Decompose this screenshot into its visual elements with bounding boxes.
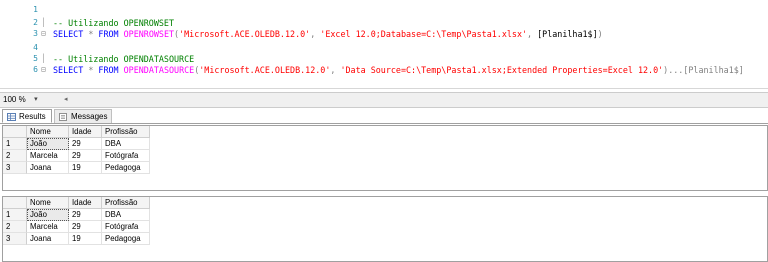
code-line[interactable]: 1: [0, 4, 768, 16]
code-token: -- Utilizando OPENDATASOURCE: [53, 54, 195, 64]
zoom-value: 100 %: [3, 95, 26, 104]
results-tab-strip: Results Messages: [0, 108, 768, 124]
code-token: )...[Planilha1$]: [663, 65, 744, 75]
grid-corner[interactable]: [3, 126, 27, 138]
editor-status-bar: 100 % ▾ ◂: [0, 92, 768, 108]
code-text: SELECT * FROM OPENDATASOURCE('Microsoft.…: [53, 64, 744, 76]
code-token: 'Microsoft.ACE.OLEDB.12.0': [199, 65, 331, 75]
row-number[interactable]: 1: [3, 209, 27, 221]
tab-results-label: Results: [19, 112, 46, 121]
scroll-left-icon[interactable]: ◂: [64, 95, 68, 103]
code-token: [Planilha1$]: [532, 29, 598, 39]
column-header[interactable]: Nome: [27, 126, 69, 138]
table-cell[interactable]: João: [27, 138, 69, 150]
code-token: ): [597, 29, 603, 39]
line-number: 1: [33, 5, 38, 14]
column-header[interactable]: Profissão: [102, 197, 150, 209]
row-number[interactable]: 3: [3, 233, 27, 245]
row-number[interactable]: 2: [3, 221, 27, 233]
column-header[interactable]: Idade: [69, 126, 102, 138]
results-grid-1[interactable]: Nome Idade Profissão 1 João 29 DBA 2 Marcela 29 Fo…: [2, 125, 768, 191]
collapse-icon[interactable]: ⊟: [41, 64, 47, 76]
zoom-dropdown[interactable]: 100 % ▾: [3, 94, 38, 106]
code-token: 'Microsoft.ACE.OLEDB.12.0': [179, 29, 311, 39]
table-cell[interactable]: 29: [69, 138, 102, 150]
table-row[interactable]: 3 Joana 19 Pedagoga: [3, 233, 767, 245]
table-cell[interactable]: João: [27, 209, 69, 221]
table-cell[interactable]: Marcela: [27, 221, 69, 233]
grid-header-row: Nome Idade Profissão: [3, 197, 767, 209]
collapse-icon[interactable]: ⊟: [41, 28, 47, 40]
code-token: SELECT: [53, 29, 84, 39]
query-editor[interactable]: 1 2 │ -- Utilizando OPENROWSET 3 ⊟ SELECT * FR…: [0, 0, 768, 89]
table-cell[interactable]: Marcela: [27, 150, 69, 162]
table-cell[interactable]: DBA: [102, 138, 150, 150]
messages-icon: [59, 113, 67, 121]
code-token: SELECT: [53, 65, 84, 75]
row-number[interactable]: 2: [3, 150, 27, 162]
grid-corner[interactable]: [3, 197, 27, 209]
line-number: 3: [33, 29, 38, 38]
code-line[interactable]: 3 ⊟ SELECT * FROM OPENROWSET('Microsoft.AC…: [0, 28, 768, 40]
grid-icon: [7, 113, 16, 121]
table-cell[interactable]: 19: [69, 233, 102, 245]
table-cell[interactable]: 29: [69, 150, 102, 162]
tab-messages[interactable]: Messages: [54, 109, 112, 123]
table-cell[interactable]: 19: [69, 162, 102, 174]
code-token: -- Utilizando OPENROWSET: [53, 18, 175, 28]
tab-messages-label: Messages: [71, 112, 108, 121]
table-cell[interactable]: Joana: [27, 233, 69, 245]
code-token: FROM: [98, 65, 119, 75]
table-cell[interactable]: Joana: [27, 162, 69, 174]
table-cell[interactable]: 29: [69, 221, 102, 233]
row-number[interactable]: 1: [3, 138, 27, 150]
table-cell[interactable]: 29: [69, 209, 102, 221]
code-token: 'Excel 12.0;Database=C:\Temp\Pasta1.xlsx…: [320, 29, 528, 39]
column-header[interactable]: Nome: [27, 197, 69, 209]
table-cell[interactable]: Pedagoga: [102, 233, 150, 245]
table-cell[interactable]: Pedagoga: [102, 162, 150, 174]
code-token: FROM: [98, 29, 119, 39]
code-line[interactable]: 6 ⊟ SELECT * FROM OPENDATASOURCE('Microsof…: [0, 64, 768, 76]
code-token: OPENROWSET: [123, 29, 175, 39]
results-grid-2[interactable]: Nome Idade Profissão 1 João 29 DBA 2 Marcela 29 Fo…: [2, 196, 768, 262]
table-cell[interactable]: Fotógrafa: [102, 150, 150, 162]
code-text: SELECT * FROM OPENROWSET('Microsoft.ACE.…: [53, 28, 603, 40]
code-token: OPENDATASOURCE: [123, 65, 195, 75]
column-header[interactable]: Idade: [69, 197, 102, 209]
row-number[interactable]: 3: [3, 162, 27, 174]
grid-header-row: Nome Idade Profissão: [3, 126, 767, 138]
table-row[interactable]: 2 Marcela 29 Fotógrafa: [3, 221, 767, 233]
line-number: 6: [33, 65, 38, 74]
table-row[interactable]: 1 João 29 DBA: [3, 209, 767, 221]
chevron-down-icon: ▾: [34, 96, 38, 103]
table-row[interactable]: 3 Joana 19 Pedagoga: [3, 162, 767, 174]
table-row[interactable]: 1 João 29 DBA: [3, 138, 767, 150]
table-cell[interactable]: DBA: [102, 209, 150, 221]
table-row[interactable]: 2 Marcela 29 Fotógrafa: [3, 150, 767, 162]
table-cell[interactable]: Fotógrafa: [102, 221, 150, 233]
tab-results[interactable]: Results: [2, 109, 52, 123]
code-token: 'Data Source=C:\Temp\Pasta1.xlsx;Extende…: [340, 65, 664, 75]
column-header[interactable]: Profissão: [102, 126, 150, 138]
